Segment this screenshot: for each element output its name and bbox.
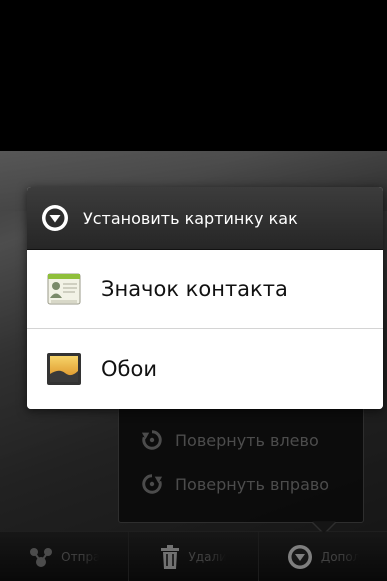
set-picture-as-dialog: Установить картинку как Значок контакта bbox=[27, 187, 383, 409]
chevron-down-circle-icon bbox=[42, 205, 68, 231]
wallpaper-icon bbox=[47, 353, 81, 385]
dialog-header: Установить картинку как bbox=[27, 187, 383, 250]
option-contact-icon[interactable]: Значок контакта bbox=[27, 250, 383, 329]
option-label: Значок контакта bbox=[101, 277, 288, 301]
dialog-title: Установить картинку как bbox=[83, 208, 298, 228]
contact-card-icon bbox=[47, 273, 81, 305]
dialog-options-list: Значок контакта Обои bbox=[27, 250, 383, 409]
option-label: Обои bbox=[101, 357, 157, 381]
option-wallpaper[interactable]: Обои bbox=[27, 329, 383, 409]
